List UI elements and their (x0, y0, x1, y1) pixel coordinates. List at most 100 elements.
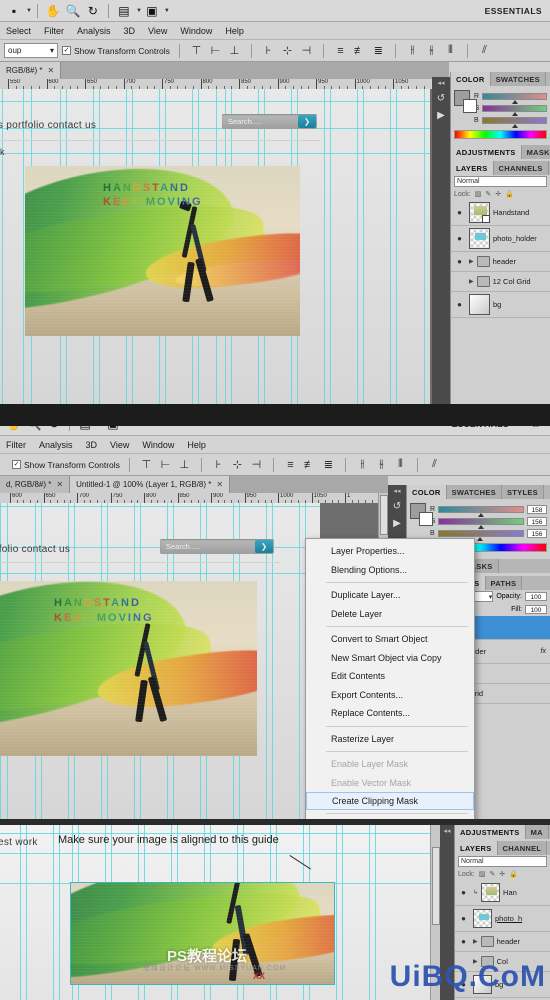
slider-g[interactable] (438, 517, 524, 529)
tab-channels[interactable]: CHANNELS (493, 161, 549, 175)
menu-item-view[interactable]: View (110, 440, 129, 450)
menu-item-3d[interactable]: 3D (124, 26, 136, 36)
search-input-middle[interactable]: Search..... ❯ (160, 539, 274, 554)
distribute-horizontal-centers-icon[interactable]: ⫳ (374, 457, 389, 472)
opacity-value[interactable]: 100 (525, 592, 547, 601)
table-row[interactable]: ● bg (451, 292, 550, 318)
foreground-color-swatch[interactable] (454, 90, 477, 113)
disclosure-triangle-icon[interactable]: ▶ (469, 278, 474, 285)
auto-align-layers-icon[interactable]: ⫽ (427, 457, 442, 472)
channel-value-g[interactable]: 156 (527, 516, 547, 526)
scrollbar-thumb[interactable] (432, 847, 440, 925)
table-row[interactable]: ● ▶ header (451, 252, 550, 272)
distribute-top-edges-icon[interactable]: ≡ (333, 43, 348, 58)
slider-b[interactable] (481, 116, 547, 128)
tab-color[interactable]: COLOR (407, 485, 447, 499)
table-row[interactable]: ● photo_h (455, 906, 550, 932)
actions-icon[interactable]: ▶ (388, 518, 406, 529)
eye-icon[interactable]: ● (453, 257, 466, 266)
chevron-down-icon[interactable]: ▼ (26, 8, 32, 14)
menu-item-window[interactable]: Window (180, 26, 212, 36)
tab-color[interactable]: COLOR (451, 72, 491, 86)
distribute-right-edges-icon[interactable]: ⫴ (443, 43, 458, 58)
document-tab-2[interactable]: Untitled-1 @ 100% (Layer 1, RGB/8) * ✕ (70, 476, 231, 493)
lock-transparent-pixels-icon[interactable]: ▨ (479, 870, 486, 878)
eye-icon[interactable]: ● (453, 300, 466, 309)
table-row[interactable]: ● ↳ Han (455, 880, 550, 906)
screen-mode-icon[interactable]: ▣ (142, 2, 162, 20)
eye-icon[interactable]: ● (457, 914, 470, 923)
menu-item-duplicate-layer[interactable]: Duplicate Layer... (306, 586, 474, 605)
arrange-documents-icon[interactable]: ▤ (114, 2, 134, 20)
align-bottom-edges-icon[interactable]: ⊥ (177, 457, 192, 472)
align-horizontal-centers-icon[interactable]: ⊹ (230, 457, 245, 472)
slider-r[interactable] (438, 505, 524, 517)
distribute-horizontal-centers-icon[interactable]: ⫳ (424, 43, 439, 58)
panel-collapse-strip-top[interactable]: ◂◂ ↺ ▶ (432, 77, 450, 404)
menu-item-replace-contents[interactable]: Replace Contents... (306, 704, 474, 723)
show-transform-controls-checkbox[interactable]: ✓ Show Transform Controls (12, 460, 120, 470)
distribute-right-edges-icon[interactable]: ⫴ (393, 457, 408, 472)
disclosure-triangle-icon[interactable]: ▶ (473, 938, 478, 945)
lock-position-icon[interactable]: ✛ (499, 870, 505, 878)
align-left-edges-icon[interactable]: ⊦ (211, 457, 226, 472)
tab-masks[interactable]: MASK (521, 145, 550, 159)
hero-image-bottom[interactable]: KEEP MOVING PS教程论坛 思缘设计论坛 WWW.MISSYUAN.C… (70, 882, 335, 985)
lock-image-pixels-icon[interactable]: ✎ (485, 190, 491, 198)
tab-layers[interactable]: LAYERS (455, 841, 498, 855)
close-icon[interactable]: ✕ (56, 480, 63, 489)
distribute-vertical-centers-icon[interactable]: ≢ (302, 457, 317, 472)
hand-icon[interactable]: ✋ (43, 2, 63, 20)
color-spectrum-ramp[interactable] (454, 130, 547, 139)
tab-adjustments[interactable]: ADJUSTMENTS (451, 145, 522, 159)
menu-item-view[interactable]: View (148, 26, 167, 36)
auto-select-dropdown[interactable]: oup ▾ (4, 43, 58, 58)
align-right-edges-icon[interactable]: ⊣ (299, 43, 314, 58)
show-transform-controls-checkbox[interactable]: ✓ Show Transform Controls (62, 46, 170, 56)
rotate-view-icon[interactable]: ↻ (83, 2, 103, 20)
distribute-bottom-edges-icon[interactable]: ≣ (371, 43, 386, 58)
document-tab-1[interactable]: RGB/8#) * ✕ (0, 62, 62, 79)
align-horizontal-centers-icon[interactable]: ⊹ (280, 43, 295, 58)
distribute-left-edges-icon[interactable]: ⫲ (355, 457, 370, 472)
tool-preset-icon[interactable]: ▪ (4, 2, 24, 20)
document-tab-1[interactable]: d, RGB/8#) * ✕ (0, 476, 71, 493)
lock-image-pixels-icon[interactable]: ✎ (489, 870, 495, 878)
channel-value-r[interactable]: 158 (527, 504, 547, 514)
history-icon[interactable]: ↺ (432, 93, 450, 104)
tab-layers[interactable]: LAYERS (451, 161, 494, 175)
menu-item-analysis[interactable]: Analysis (77, 26, 111, 36)
tab-styles[interactable]: STYLES (501, 485, 544, 499)
menu-item-new-smart-object-via-copy[interactable]: New Smart Object via Copy (306, 649, 474, 668)
fill-value[interactable]: 100 (525, 605, 547, 614)
align-top-edges-icon[interactable]: ⊤ (189, 43, 204, 58)
menu-item-convert-to-smart-object[interactable]: Convert to Smart Object (306, 630, 474, 649)
tab-masks[interactable]: MA (525, 825, 549, 839)
eye-icon[interactable]: ● (457, 937, 470, 946)
chevron-right-icon[interactable]: ❯ (298, 115, 316, 128)
table-row[interactable]: ▶ 12 Col Grid (451, 272, 550, 292)
align-vertical-centers-icon[interactable]: ⊢ (158, 457, 173, 472)
menu-item-rasterize-layer[interactable]: Rasterize Layer (306, 730, 474, 749)
search-input-top[interactable]: Search..... ❯ (222, 114, 317, 129)
eye-icon[interactable]: ● (453, 208, 466, 217)
auto-align-layers-icon[interactable]: ⫽ (477, 43, 492, 58)
slider-b[interactable] (437, 529, 524, 541)
chevron-right-icon[interactable]: ❯ (255, 540, 273, 553)
close-icon[interactable]: ✕ (216, 480, 223, 489)
menu-item-edit-contents[interactable]: Edit Contents (306, 667, 474, 686)
actions-icon[interactable]: ▶ (432, 110, 450, 121)
menu-item-analysis[interactable]: Analysis (39, 440, 73, 450)
tab-swatches[interactable]: SWATCHES (490, 72, 546, 86)
slider-g[interactable] (482, 104, 547, 116)
align-top-edges-icon[interactable]: ⊤ (139, 457, 154, 472)
layer-context-menu[interactable]: Layer Properties... Blending Options... … (305, 538, 475, 819)
close-icon[interactable]: ✕ (47, 66, 54, 75)
tab-adjustments[interactable]: ADJUSTMENTS (455, 825, 526, 839)
distribute-vertical-centers-icon[interactable]: ≢ (352, 43, 367, 58)
menu-item-delete-layer[interactable]: Delete Layer (306, 605, 474, 624)
layer-effects-icon[interactable]: fx (541, 648, 550, 655)
eye-icon[interactable]: ● (457, 888, 470, 897)
menu-item-3d[interactable]: 3D (86, 440, 98, 450)
lock-position-icon[interactable]: ✛ (495, 190, 501, 198)
